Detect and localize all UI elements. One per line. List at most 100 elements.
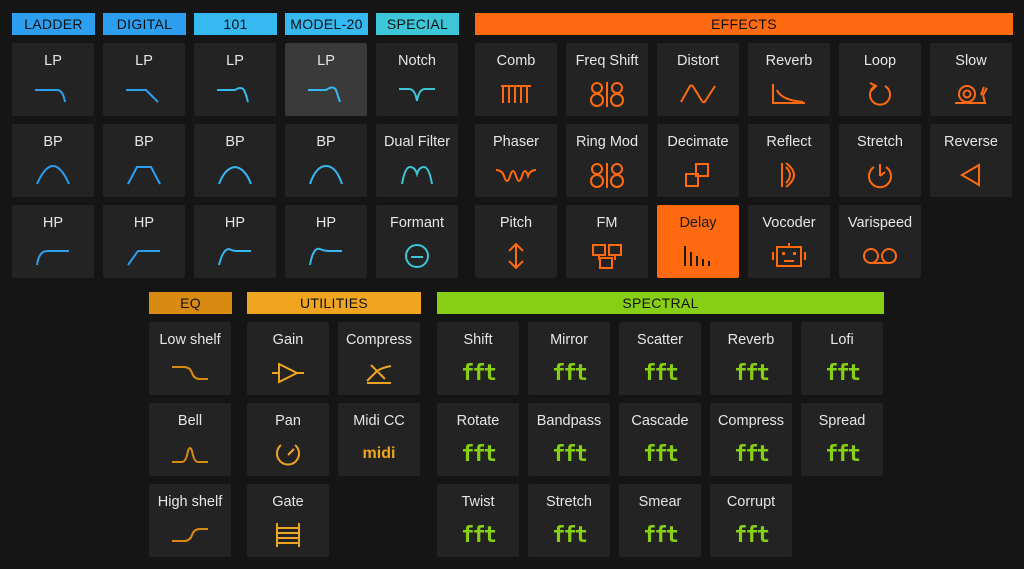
tile-label: Reverb: [765, 53, 813, 69]
effect-distort[interactable]: Distort: [657, 43, 739, 116]
spectral-stretch[interactable]: Stretch fft: [528, 484, 610, 557]
spectral-smear[interactable]: Smear fft: [619, 484, 701, 557]
effect-reflect[interactable]: Reflect: [748, 124, 830, 197]
eq-bell[interactable]: Bell: [149, 403, 231, 476]
highpass-icon: [218, 247, 251, 266]
tile-label: Formant: [390, 215, 444, 231]
eq-high-shelf[interactable]: High shelf: [149, 484, 231, 557]
tile-label: Mirror: [550, 332, 588, 348]
tile-label: BP: [225, 134, 245, 150]
effect-pitch[interactable]: Pitch: [475, 205, 557, 278]
tile-label: FM: [596, 215, 618, 231]
filter-formant[interactable]: Formant: [376, 205, 458, 278]
filter-101-lp[interactable]: LP: [194, 43, 276, 116]
spectral-cascade[interactable]: Cascade fft: [619, 403, 701, 476]
spectral-bandpass[interactable]: Bandpass fft: [528, 403, 610, 476]
lowpass-icon: [308, 86, 341, 103]
spectral-reverb[interactable]: Reverb fft: [710, 322, 792, 395]
spectral-corrupt[interactable]: Corrupt fft: [710, 484, 792, 557]
tile-label: BP: [134, 134, 154, 150]
spectral-rotate[interactable]: Rotate fft: [437, 403, 519, 476]
bandpass-icon: [127, 166, 161, 185]
tile-label: Slow: [955, 53, 987, 69]
filter-model20-lp[interactable]: LP: [285, 43, 367, 116]
snail-icon: [955, 85, 988, 104]
effect-slow[interactable]: Slow: [930, 43, 1012, 116]
gate-icon: [276, 523, 300, 547]
spectral-spread[interactable]: Spread fft: [801, 403, 883, 476]
filter-digital-bp[interactable]: BP: [103, 124, 185, 197]
header-utilities: UTILITIES: [247, 292, 421, 314]
tile-label: Phaser: [493, 134, 539, 150]
tile-label: Dual Filter: [383, 134, 451, 150]
filter-model20-hp[interactable]: HP: [285, 205, 367, 278]
util-pan[interactable]: Pan: [247, 403, 329, 476]
effect-fm[interactable]: FM: [566, 205, 648, 278]
tile-label: Cascade: [631, 413, 689, 429]
effect-reverse[interactable]: Reverse: [930, 124, 1012, 197]
filter-dual-filter[interactable]: Dual Filter: [376, 124, 458, 197]
tile-label: Corrupt: [726, 494, 776, 510]
eq-low-shelf[interactable]: Low shelf: [149, 322, 231, 395]
reflect-icon: [781, 162, 795, 188]
tile-label: Midi CC: [353, 413, 405, 429]
effect-freq-shift[interactable]: Freq Shift: [566, 43, 648, 116]
effect-varispeed[interactable]: Varispeed: [839, 205, 921, 278]
fft-icon: fft: [552, 522, 588, 548]
spectral-scatter[interactable]: Scatter fft: [619, 322, 701, 395]
effect-phaser[interactable]: Phaser: [475, 124, 557, 197]
effect-reverb[interactable]: Reverb: [748, 43, 830, 116]
fft-icon: fft: [552, 441, 588, 467]
effect-comb[interactable]: Comb: [475, 43, 557, 116]
spectral-twist[interactable]: Twist fft: [437, 484, 519, 557]
util-gain[interactable]: Gain: [247, 322, 329, 395]
tile-label: Smear: [638, 494, 682, 510]
tile-label: HP: [315, 215, 337, 231]
lowpass-icon: [35, 89, 66, 103]
bandpass-icon: [36, 164, 70, 185]
spectral-shift[interactable]: Shift fft: [437, 322, 519, 395]
filter-model20-bp[interactable]: BP: [285, 124, 367, 197]
fft-icon: fft: [643, 522, 679, 548]
util-gate[interactable]: Gate: [247, 484, 329, 557]
tile-label: Twist: [461, 494, 495, 510]
loop-icon: [869, 82, 891, 106]
highpass-icon: [309, 247, 342, 266]
effect-vocoder[interactable]: Vocoder: [748, 205, 830, 278]
tile-label: Lofi: [830, 332, 854, 348]
header-eq: EQ: [149, 292, 232, 314]
util-midi-cc[interactable]: Midi CC midi: [338, 403, 420, 476]
filter-digital-lp[interactable]: LP: [103, 43, 185, 116]
spectral-lofi[interactable]: Lofi fft: [801, 322, 883, 395]
effect-delay[interactable]: Delay: [657, 205, 739, 278]
tile-label: Reflect: [766, 134, 812, 150]
dual-filter-icon: [401, 165, 433, 185]
decimate-icon: [685, 163, 709, 187]
phaser-icon: [495, 169, 537, 182]
filter-digital-hp[interactable]: HP: [103, 205, 185, 278]
highpass-icon: [36, 250, 69, 266]
tape-icon: [863, 248, 897, 264]
filter-notch[interactable]: Notch: [376, 43, 458, 116]
filter-ladder-hp[interactable]: HP: [12, 205, 94, 278]
formant-icon: [405, 244, 429, 268]
fm-icon: [592, 244, 622, 269]
reverb-icon: [772, 84, 805, 104]
freq-shift-icon: [590, 82, 624, 107]
effect-ring-mod[interactable]: Ring Mod: [566, 124, 648, 197]
tile-label: Decimate: [667, 134, 729, 150]
filter-ladder-lp[interactable]: LP: [12, 43, 94, 116]
util-compress[interactable]: Compress: [338, 322, 420, 395]
spectral-compress[interactable]: Compress fft: [710, 403, 792, 476]
tile-label: Delay: [679, 215, 717, 231]
spectral-mirror[interactable]: Mirror fft: [528, 322, 610, 395]
effect-stretch[interactable]: Stretch: [839, 124, 921, 197]
header-special: SPECIAL: [376, 13, 459, 35]
lowpass-icon: [126, 89, 159, 103]
filter-ladder-bp[interactable]: BP: [12, 124, 94, 197]
filter-101-bp[interactable]: BP: [194, 124, 276, 197]
filter-101-hp[interactable]: HP: [194, 205, 276, 278]
delay-icon: [684, 246, 710, 266]
effect-decimate[interactable]: Decimate: [657, 124, 739, 197]
effect-loop[interactable]: Loop: [839, 43, 921, 116]
